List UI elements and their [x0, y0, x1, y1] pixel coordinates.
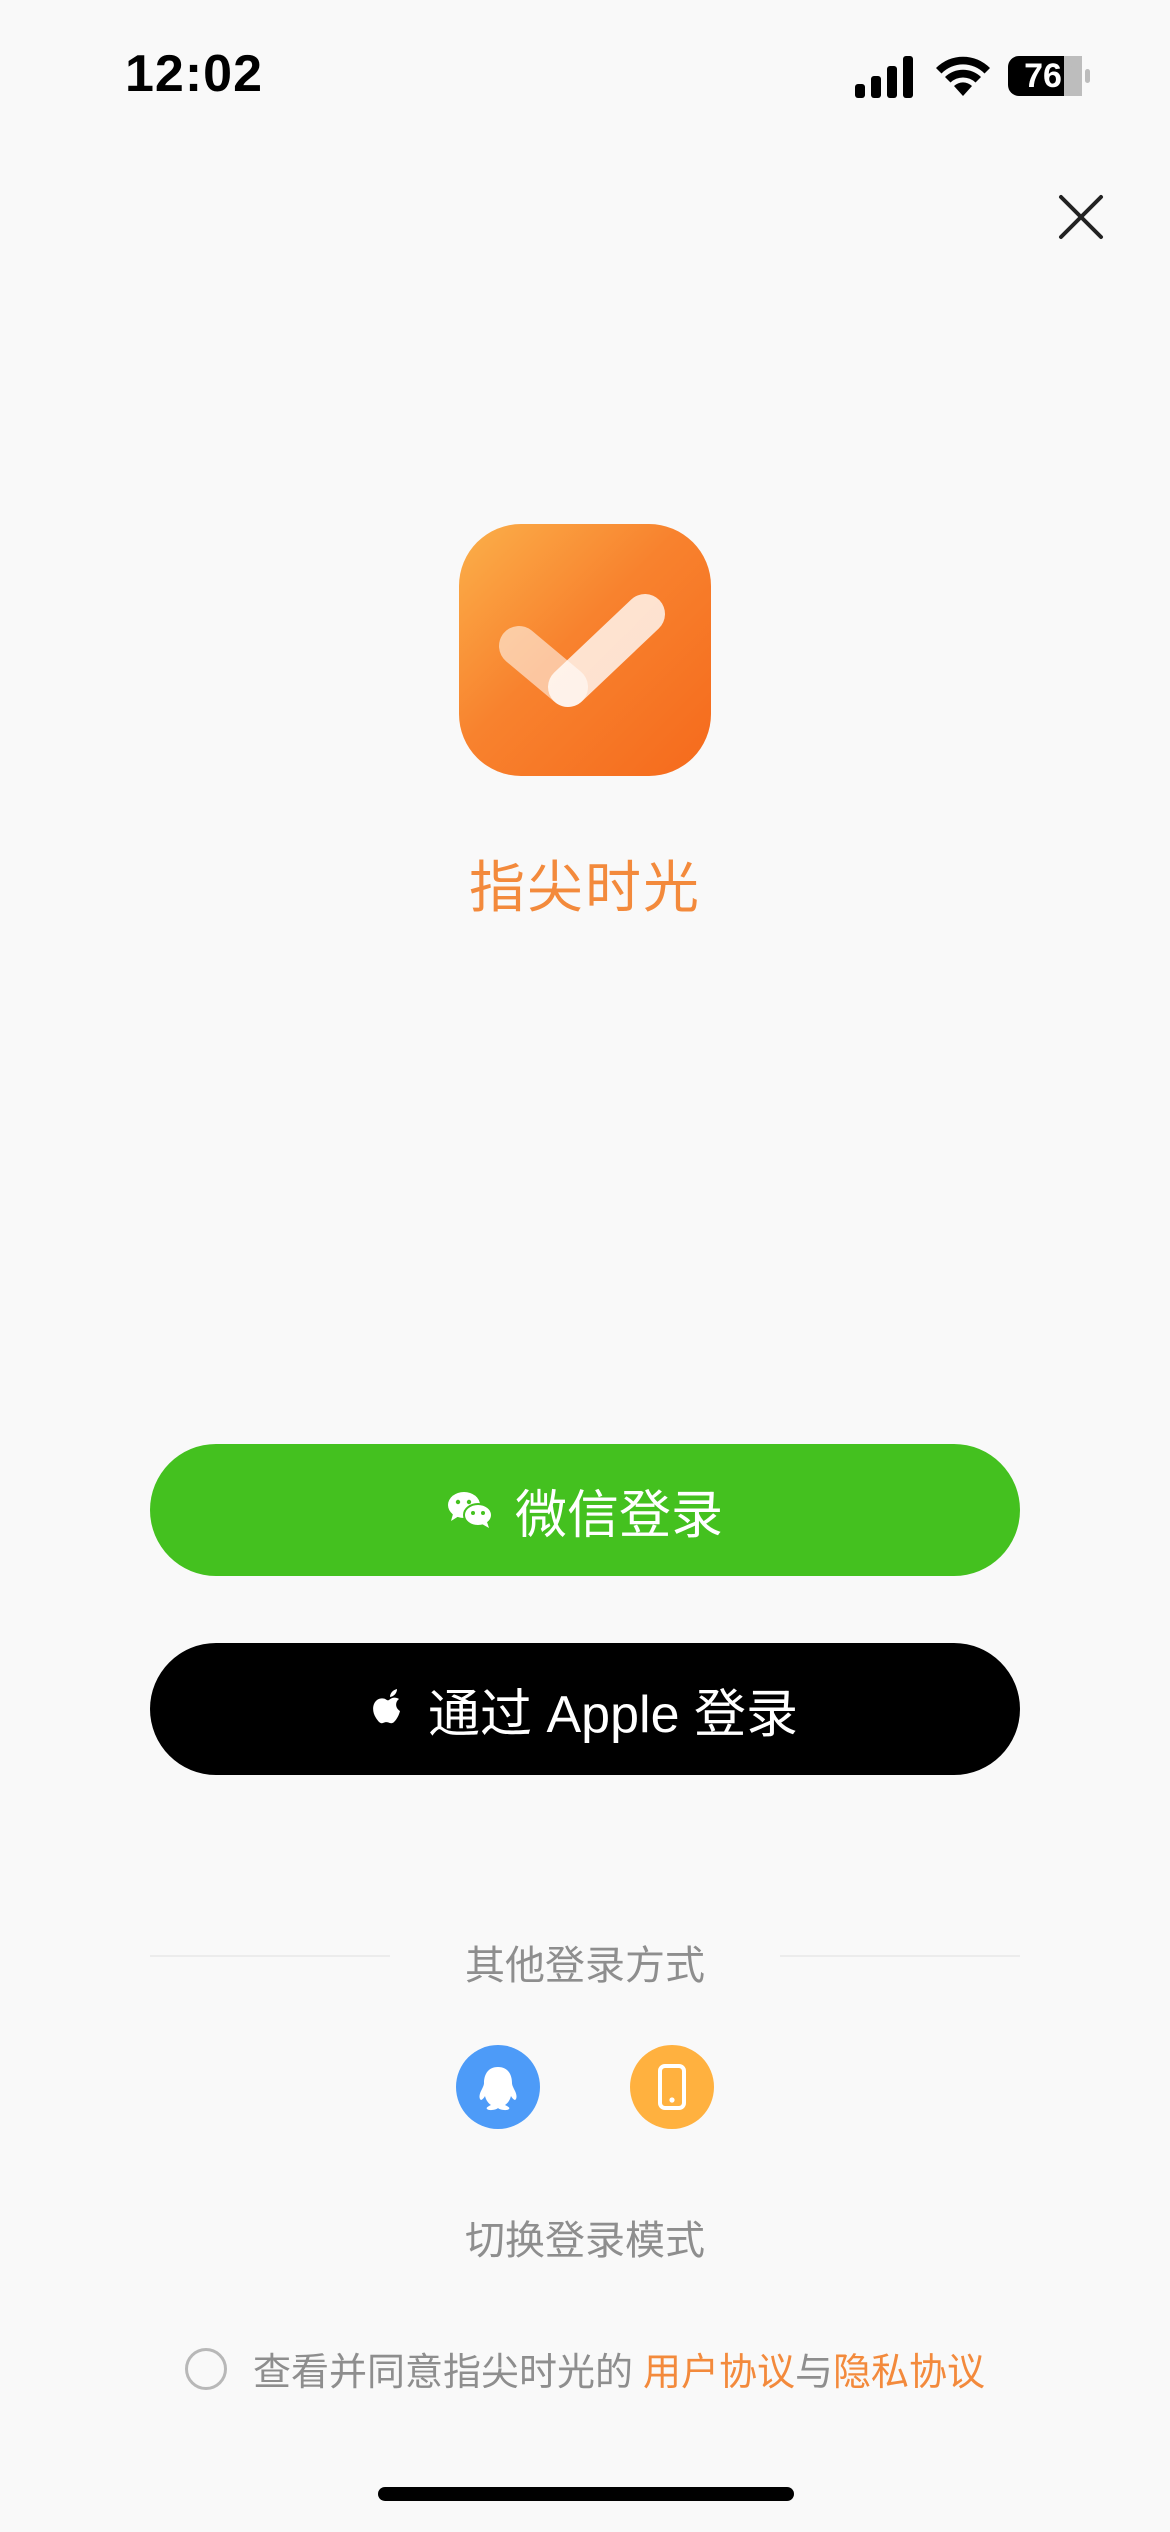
battery-level: 76: [1024, 57, 1062, 95]
apple-login-label: 通过 Apple 登录: [428, 1685, 798, 1744]
agreement-connector: 与: [795, 2352, 834, 2394]
apple-login-button[interactable]: 通过 Apple 登录: [150, 1643, 1020, 1775]
wifi-icon: [936, 56, 990, 96]
agreement-checkbox[interactable]: [184, 2347, 227, 2390]
other-login-header: 其他登录方式: [150, 1925, 1020, 1988]
app-name: 指尖时光: [469, 856, 701, 919]
qq-icon: [479, 2067, 517, 2111]
user-agreement-link[interactable]: 用户协议: [643, 2341, 795, 2396]
checkmark-app-icon: [499, 594, 665, 707]
qq-login-button[interactable]: [456, 2045, 540, 2129]
switch-login-mode-link[interactable]: 切换登录模式: [0, 2208, 1170, 2266]
divider-right: [780, 1955, 1020, 1957]
agreement-text: 查看并同意指尖时光的: [252, 2352, 633, 2394]
close-icon: [1059, 195, 1103, 239]
wechat-login-button[interactable]: 微信登录: [150, 1444, 1020, 1576]
phone-login-button[interactable]: [630, 2045, 714, 2129]
agreement-row: 查看并同意指尖时光的 用户协议 与 隐私协议: [0, 2341, 1170, 2396]
wechat-icon: [447, 1492, 493, 1528]
privacy-agreement-link[interactable]: 隐私协议: [833, 2341, 985, 2396]
wechat-login-label: 微信登录: [514, 1486, 723, 1545]
phone-icon: [658, 2064, 686, 2110]
apple-icon: [373, 1689, 401, 1724]
home-indicator: [378, 2487, 794, 2501]
status-time: 12:02: [125, 45, 263, 103]
other-login-label: 其他登录方式: [465, 1944, 705, 1988]
status-bar: 12:02 76: [0, 0, 1170, 150]
app-logo: [459, 524, 711, 776]
close-button[interactable]: [1050, 186, 1112, 248]
cellular-signal-icon: [855, 56, 913, 98]
